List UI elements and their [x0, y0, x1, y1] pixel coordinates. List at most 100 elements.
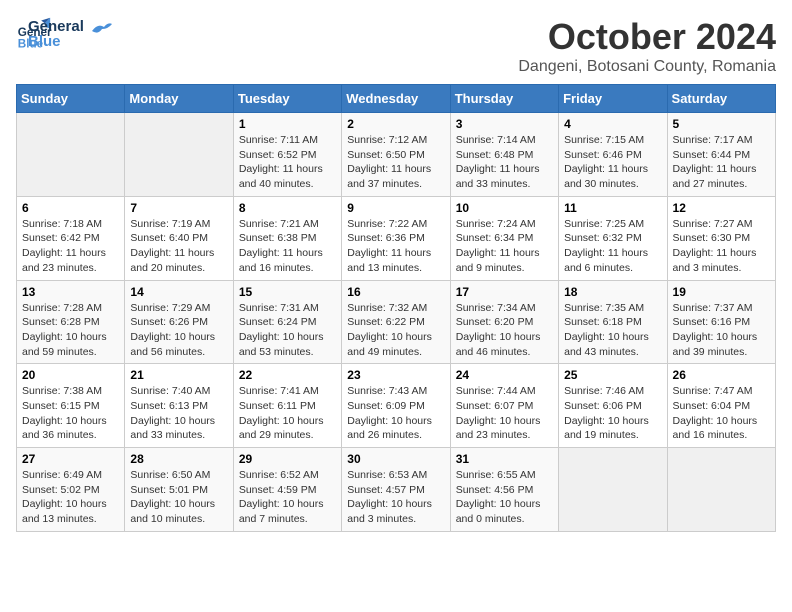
day-detail: Sunrise: 7:32 AM Sunset: 6:22 PM Dayligh…: [347, 301, 444, 360]
day-detail: Sunrise: 7:22 AM Sunset: 6:36 PM Dayligh…: [347, 217, 444, 276]
logo-blue: Blue: [28, 33, 84, 50]
day-detail: Sunrise: 7:44 AM Sunset: 6:07 PM Dayligh…: [456, 384, 553, 443]
calendar-header-thursday: Thursday: [450, 85, 558, 113]
calendar-cell: 20 Sunrise: 7:38 AM Sunset: 6:15 PM Dayli…: [17, 364, 125, 448]
calendar-cell: 15Sunrise: 7:31 AM Sunset: 6:24 PM Dayli…: [233, 280, 341, 364]
day-detail: Sunrise: 7:27 AM Sunset: 6:30 PM Dayligh…: [673, 217, 770, 276]
calendar-cell: 3 Sunrise: 7:14 AM Sunset: 6:48 PM Daylig…: [450, 113, 558, 197]
day-number: 5: [673, 117, 770, 131]
logo: General Blue General Blue: [16, 16, 112, 52]
day-detail: Sunrise: 7:21 AM Sunset: 6:38 PM Dayligh…: [239, 217, 336, 276]
day-detail: Sunrise: 7:40 AM Sunset: 6:13 PM Dayligh…: [130, 384, 227, 443]
day-detail: Sunrise: 7:18 AM Sunset: 6:42 PM Dayligh…: [22, 217, 119, 276]
bird-icon: [90, 21, 112, 39]
day-number: 30: [347, 452, 444, 466]
calendar-cell: 22Sunrise: 7:41 AM Sunset: 6:11 PM Dayli…: [233, 364, 341, 448]
day-number: 17: [456, 285, 553, 299]
day-detail: Sunrise: 7:17 AM Sunset: 6:44 PM Dayligh…: [673, 133, 770, 192]
calendar-week-4: 20 Sunrise: 7:38 AM Sunset: 6:15 PM Dayli…: [17, 364, 776, 448]
title-block: October 2024 Dangeni, Botosani County, R…: [518, 16, 776, 76]
day-detail: Sunrise: 7:12 AM Sunset: 6:50 PM Dayligh…: [347, 133, 444, 192]
calendar-cell: 7Sunrise: 7:19 AM Sunset: 6:40 PM Daylig…: [125, 196, 233, 280]
day-detail: Sunrise: 7:35 AM Sunset: 6:18 PM Dayligh…: [564, 301, 661, 360]
day-number: 1: [239, 117, 336, 131]
calendar-cell: 11Sunrise: 7:25 AM Sunset: 6:32 PM Dayli…: [559, 196, 667, 280]
day-number: 16: [347, 285, 444, 299]
calendar-week-1: 1 Sunrise: 7:11 AM Sunset: 6:52 PM Daylig…: [17, 113, 776, 197]
calendar-cell: [667, 448, 775, 532]
calendar-cell: 4 Sunrise: 7:15 AM Sunset: 6:46 PM Daylig…: [559, 113, 667, 197]
calendar-cell: 27 Sunrise: 6:49 AM Sunset: 5:02 PM Dayli…: [17, 448, 125, 532]
day-detail: Sunrise: 6:49 AM Sunset: 5:02 PM Dayligh…: [22, 468, 119, 527]
calendar-cell: 8Sunrise: 7:21 AM Sunset: 6:38 PM Daylig…: [233, 196, 341, 280]
day-number: 6: [22, 201, 119, 215]
day-number: 2: [347, 117, 444, 131]
day-number: 28: [130, 452, 227, 466]
day-detail: Sunrise: 7:43 AM Sunset: 6:09 PM Dayligh…: [347, 384, 444, 443]
calendar-header-saturday: Saturday: [667, 85, 775, 113]
page-header: General Blue General Blue October 2024 D…: [16, 16, 776, 76]
calendar-header-sunday: Sunday: [17, 85, 125, 113]
calendar-header-friday: Friday: [559, 85, 667, 113]
subtitle: Dangeni, Botosani County, Romania: [518, 58, 776, 76]
day-number: 23: [347, 368, 444, 382]
day-number: 20: [22, 368, 119, 382]
calendar-header-wednesday: Wednesday: [342, 85, 450, 113]
calendar-cell: 21Sunrise: 7:40 AM Sunset: 6:13 PM Dayli…: [125, 364, 233, 448]
day-number: 13: [22, 285, 119, 299]
calendar-header-tuesday: Tuesday: [233, 85, 341, 113]
calendar-cell: 6 Sunrise: 7:18 AM Sunset: 6:42 PM Daylig…: [17, 196, 125, 280]
day-detail: Sunrise: 7:47 AM Sunset: 6:04 PM Dayligh…: [673, 384, 770, 443]
day-number: 10: [456, 201, 553, 215]
calendar-cell: [559, 448, 667, 532]
day-number: 27: [22, 452, 119, 466]
day-number: 18: [564, 285, 661, 299]
day-detail: Sunrise: 6:52 AM Sunset: 4:59 PM Dayligh…: [239, 468, 336, 527]
day-number: 25: [564, 368, 661, 382]
calendar-cell: 19Sunrise: 7:37 AM Sunset: 6:16 PM Dayli…: [667, 280, 775, 364]
calendar-cell: 29 Sunrise: 6:52 AM Sunset: 4:59 PM Dayli…: [233, 448, 341, 532]
day-number: 15: [239, 285, 336, 299]
day-detail: Sunrise: 7:11 AM Sunset: 6:52 PM Dayligh…: [239, 133, 336, 192]
calendar-cell: 23 Sunrise: 7:43 AM Sunset: 6:09 PM Dayli…: [342, 364, 450, 448]
calendar-cell: 30Sunrise: 6:53 AM Sunset: 4:57 PM Dayli…: [342, 448, 450, 532]
calendar-cell: 1 Sunrise: 7:11 AM Sunset: 6:52 PM Daylig…: [233, 113, 341, 197]
calendar-week-5: 27 Sunrise: 6:49 AM Sunset: 5:02 PM Dayli…: [17, 448, 776, 532]
day-detail: Sunrise: 7:15 AM Sunset: 6:46 PM Dayligh…: [564, 133, 661, 192]
calendar-cell: 24 Sunrise: 7:44 AM Sunset: 6:07 PM Dayli…: [450, 364, 558, 448]
calendar-cell: [17, 113, 125, 197]
day-detail: Sunrise: 7:24 AM Sunset: 6:34 PM Dayligh…: [456, 217, 553, 276]
calendar-cell: 25 Sunrise: 7:46 AM Sunset: 6:06 PM Dayli…: [559, 364, 667, 448]
day-number: 24: [456, 368, 553, 382]
day-number: 31: [456, 452, 553, 466]
day-detail: Sunrise: 7:14 AM Sunset: 6:48 PM Dayligh…: [456, 133, 553, 192]
calendar-cell: [125, 113, 233, 197]
calendar-cell: 12 Sunrise: 7:27 AM Sunset: 6:30 PM Dayli…: [667, 196, 775, 280]
day-number: 12: [673, 201, 770, 215]
day-detail: Sunrise: 7:38 AM Sunset: 6:15 PM Dayligh…: [22, 384, 119, 443]
day-number: 9: [347, 201, 444, 215]
day-number: 26: [673, 368, 770, 382]
calendar-cell: 9 Sunrise: 7:22 AM Sunset: 6:36 PM Daylig…: [342, 196, 450, 280]
day-detail: Sunrise: 7:46 AM Sunset: 6:06 PM Dayligh…: [564, 384, 661, 443]
day-number: 4: [564, 117, 661, 131]
day-detail: Sunrise: 7:34 AM Sunset: 6:20 PM Dayligh…: [456, 301, 553, 360]
day-number: 3: [456, 117, 553, 131]
calendar-cell: 2 Sunrise: 7:12 AM Sunset: 6:50 PM Daylig…: [342, 113, 450, 197]
day-detail: Sunrise: 7:37 AM Sunset: 6:16 PM Dayligh…: [673, 301, 770, 360]
calendar-cell: 10 Sunrise: 7:24 AM Sunset: 6:34 PM Dayli…: [450, 196, 558, 280]
day-number: 29: [239, 452, 336, 466]
calendar-cell: 5 Sunrise: 7:17 AM Sunset: 6:44 PM Daylig…: [667, 113, 775, 197]
calendar-cell: 14 Sunrise: 7:29 AM Sunset: 6:26 PM Dayli…: [125, 280, 233, 364]
main-title: October 2024: [518, 16, 776, 58]
calendar-cell: 26 Sunrise: 7:47 AM Sunset: 6:04 PM Dayli…: [667, 364, 775, 448]
day-detail: Sunrise: 7:29 AM Sunset: 6:26 PM Dayligh…: [130, 301, 227, 360]
calendar-cell: 18 Sunrise: 7:35 AM Sunset: 6:18 PM Dayli…: [559, 280, 667, 364]
day-detail: Sunrise: 7:41 AM Sunset: 6:11 PM Dayligh…: [239, 384, 336, 443]
calendar-week-3: 13Sunrise: 7:28 AM Sunset: 6:28 PM Dayli…: [17, 280, 776, 364]
calendar-cell: 31 Sunrise: 6:55 AM Sunset: 4:56 PM Dayli…: [450, 448, 558, 532]
calendar-cell: 28Sunrise: 6:50 AM Sunset: 5:01 PM Dayli…: [125, 448, 233, 532]
calendar-header-row: SundayMondayTuesdayWednesdayThursdayFrid…: [17, 85, 776, 113]
day-detail: Sunrise: 6:55 AM Sunset: 4:56 PM Dayligh…: [456, 468, 553, 527]
day-number: 14: [130, 285, 227, 299]
